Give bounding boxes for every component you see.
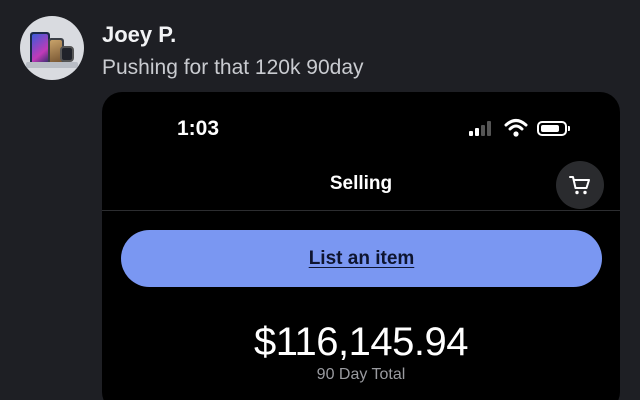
wifi-icon [504,119,528,137]
avatar[interactable] [20,16,84,80]
cart-button[interactable] [556,161,604,209]
battery-icon [537,121,570,136]
header-divider [102,210,620,211]
username[interactable]: Joey P. [102,22,176,48]
signal-icon [469,120,497,136]
message-text: Pushing for that 120k 90day [102,56,364,79]
screen-title: Selling [329,173,393,194]
attached-screenshot[interactable]: 1:03 Selling List an item $116,145.94 90… [102,92,620,400]
total-label: 90 Day Total [316,366,406,383]
status-time: 1:03 [177,117,220,140]
cart-icon [569,176,590,195]
laptop-image [26,62,78,68]
total-amount: $116,145.94 [254,320,468,364]
list-item-button[interactable]: List an item [121,230,602,287]
status-icons [469,119,579,137]
watch-image [60,46,74,62]
